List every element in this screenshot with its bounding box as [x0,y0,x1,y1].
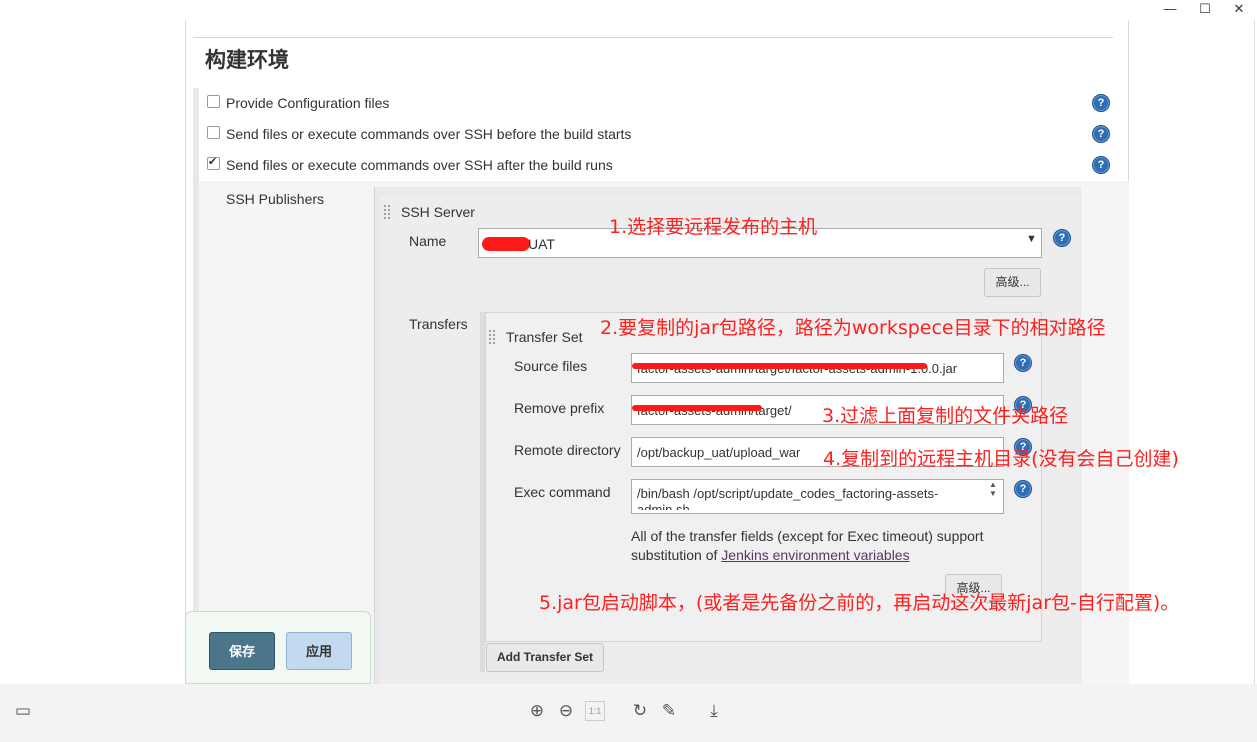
actual-size-icon[interactable]: 1:1 [585,701,605,721]
ssh-server-value: UAT [528,236,555,252]
close-button[interactable]: ✕ [1222,0,1256,20]
provide-config-checkbox[interactable] [207,95,220,108]
transfer-set-heading: Transfer Set [506,329,583,345]
add-transfer-set-button[interactable]: Add Transfer Set [486,643,604,672]
apply-button[interactable]: 应用 [286,632,352,670]
help-icon[interactable]: ? [1092,94,1110,112]
name-label: Name [409,233,447,249]
window-titlebar [0,0,1257,20]
annotation-4: 4.复制到的远程主机目录(没有会自己创建) [823,448,1179,470]
remove-prefix-label: Remove prefix [514,400,605,416]
exec-command-value: /bin/bash /opt/script/update_codes_facto… [637,486,939,510]
help-icon[interactable]: ? [1014,354,1032,372]
env-variables-link[interactable]: Jenkins environment variables [721,547,909,563]
ssh-server-heading: SSH Server [401,204,475,220]
help-icon[interactable]: ? [1092,125,1110,143]
exec-command-label: Exec command [514,484,611,500]
source-files-label: Source files [514,358,588,374]
remote-directory-value: /opt/backup_uat/upload_war [637,445,801,460]
ssh-after-build-label: Send files or execute commands over SSH … [226,157,613,173]
annotation-2: 2.要复制的jar包路径，路径为workspece目录下的相对路径 [600,317,1106,339]
help-icon[interactable]: ? [1014,480,1032,498]
panel-toggle-icon[interactable]: ▭ [12,700,34,722]
panel-border-left [185,20,186,684]
rotate-icon[interactable]: ↻ [629,700,651,722]
transfer-fields-note: All of the transfer fields (except for E… [631,527,1011,565]
advanced-button[interactable]: 高级... [984,268,1041,297]
minimize-button[interactable]: — [1153,0,1187,20]
annotation-5: 5.jar包启动脚本，(或者是先备份之前的，再启动这次最新jar包-自行配置)。 [539,592,1180,614]
annotation-3: 3.过滤上面复制的文件夹路径 [822,405,1069,427]
provide-config-label: Provide Configuration files [226,95,390,111]
help-icon[interactable]: ? [1053,229,1071,247]
ssh-publishers-label: SSH Publishers [226,191,325,207]
section-divider [193,37,1113,38]
zoom-out-icon[interactable]: ⊖ [555,700,577,722]
drag-handle-icon[interactable] [488,329,496,345]
transfers-label: Transfers [409,316,468,332]
redaction-mark [632,363,927,369]
zoom-in-icon[interactable]: ⊕ [526,700,548,722]
ssh-after-build-checkbox[interactable] [207,155,220,170]
ssh-before-build-label: Send files or execute commands over SSH … [226,126,632,142]
maximize-button[interactable]: ☐ [1188,0,1222,20]
download-icon[interactable]: ⤓ [703,700,725,722]
scrollbar-track[interactable] [1254,20,1255,684]
help-icon[interactable]: ? [1092,156,1110,174]
remote-directory-label: Remote directory [514,442,621,458]
redaction-mark [632,405,762,411]
textarea-scroll-icon[interactable]: ▲ ▼ [989,480,997,498]
redaction-mark [482,237,530,251]
ssh-before-build-checkbox[interactable] [207,126,220,139]
chevron-down-icon: ▼ [1026,233,1037,245]
section-title: 构建环境 [205,48,289,72]
annotation-1: 1.选择要远程发布的主机 [609,216,818,238]
drag-handle-icon[interactable] [383,204,391,220]
edit-icon[interactable]: ✎ [658,700,680,722]
save-button[interactable]: 保存 [209,632,275,670]
